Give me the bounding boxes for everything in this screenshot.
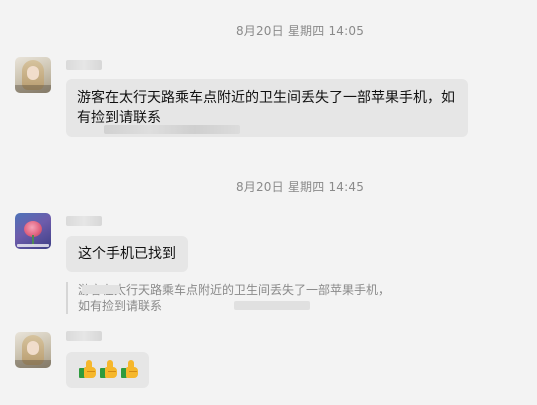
avatar-face-decoration	[27, 66, 39, 80]
sender-name-blurred[interactable]	[66, 60, 102, 70]
avatar[interactable]	[15, 332, 51, 368]
avatar[interactable]	[15, 213, 51, 249]
avatar[interactable]	[15, 57, 51, 93]
sender-name-blurred[interactable]	[66, 216, 102, 226]
timestamp-1: 8月20日 星期四 14:05	[235, 24, 365, 38]
thumbs-up-icon	[99, 359, 119, 379]
avatar-shade-decoration	[15, 360, 51, 368]
thumbs-up-icon	[120, 359, 140, 379]
timestamp-2: 8月20日 星期四 14:45	[235, 180, 365, 194]
blurred-contact-info	[104, 125, 240, 134]
sender-name-blurred[interactable]	[66, 331, 102, 341]
message-bubble[interactable]: 游客在太行天路乘车点附近的卫生间丢失了一部苹果手机，如有捡到请联系	[66, 79, 468, 137]
message-bubble[interactable]: 这个手机已找到	[66, 236, 188, 272]
thumbs-up-icon	[78, 359, 98, 379]
quoted-contact-blurred	[234, 301, 310, 310]
message-text: 游客在太行天路乘车点附近的卫生间丢失了一部苹果手机，如有捡到请联系	[77, 90, 455, 126]
emoji-row	[78, 359, 140, 379]
quoted-message[interactable]: 游客在太行天路乘车点附近的卫生间丢失了一部苹果手机，如有捡到请联系	[66, 282, 398, 314]
message-text: 这个手机已找到	[78, 246, 176, 262]
quoted-sender-blurred	[82, 285, 120, 294]
emoji-message-bubble[interactable]	[66, 352, 149, 388]
avatar-caption-decoration	[17, 244, 49, 247]
avatar-shade-decoration	[15, 85, 51, 93]
avatar-face-decoration	[27, 341, 39, 355]
